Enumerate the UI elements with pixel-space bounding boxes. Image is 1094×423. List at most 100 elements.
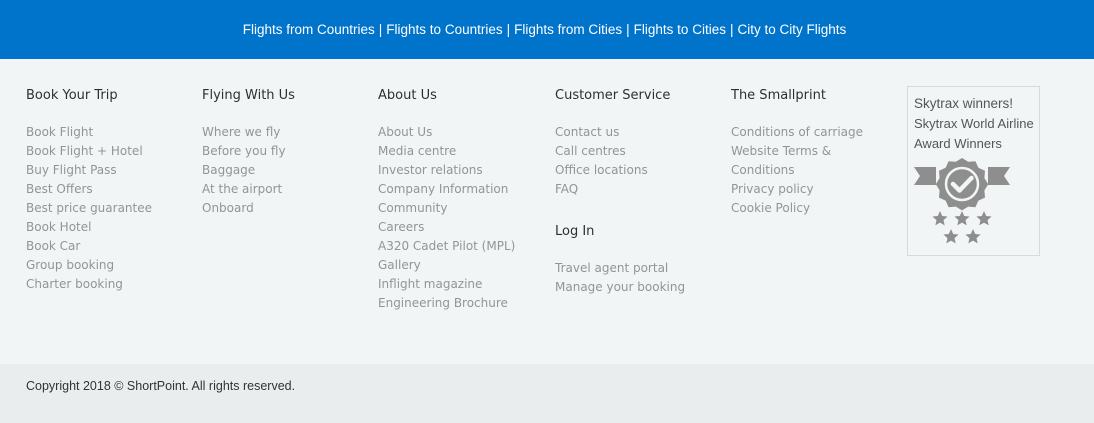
footer-link[interactable]: Cookie Policy bbox=[731, 201, 810, 215]
top-links: Flights from Countries | Flights to Coun… bbox=[243, 22, 847, 37]
footer-link[interactable]: Office locations bbox=[555, 163, 648, 177]
footer-link[interactable]: At the airport bbox=[202, 182, 282, 196]
footer-link[interactable]: Charter booking bbox=[26, 277, 123, 291]
link-list: Conditions of carriage Website Terms & C… bbox=[731, 123, 891, 218]
footer-link[interactable]: Careers bbox=[378, 220, 424, 234]
column-customer-service: Customer Service Contact us Call centres… bbox=[555, 88, 731, 297]
separator: | bbox=[506, 22, 511, 37]
column-flying-with-us: Flying With Us Where we fly Before you f… bbox=[202, 88, 378, 218]
list-item: Investor relations bbox=[378, 161, 554, 180]
footer-link[interactable]: Conditions bbox=[731, 163, 795, 177]
login-heading: Log In bbox=[555, 224, 595, 239]
link-list: Contact us Call centres Office locations… bbox=[555, 123, 731, 199]
link-list: About Us Media centre Investor relations… bbox=[378, 123, 554, 313]
separator: | bbox=[378, 22, 383, 37]
footer-link[interactable]: Book Flight bbox=[26, 125, 93, 139]
footer-link[interactable]: A320 Cadet Pilot (MPL) bbox=[378, 239, 515, 253]
footer-link[interactable]: Community bbox=[378, 201, 447, 215]
list-item: Engineering Brochure bbox=[378, 294, 554, 313]
footer-link[interactable]: About Us bbox=[378, 125, 432, 139]
footer-link[interactable]: Investor relations bbox=[378, 163, 483, 177]
list-item: Privacy policy bbox=[731, 180, 891, 199]
copyright-text: Copyright 2018 © ShortPoint. All rights … bbox=[26, 379, 296, 393]
list-item: Book Flight bbox=[26, 123, 202, 142]
separator: | bbox=[729, 22, 734, 37]
column-book-your-trip: Book Your Trip Book Flight Book Flight +… bbox=[26, 88, 202, 294]
list-item: Contact us bbox=[555, 123, 731, 142]
list-item: Travel agent portal bbox=[555, 259, 731, 278]
list-item: Charter booking bbox=[26, 275, 202, 294]
link-city-to-city-flights[interactable]: City to City Flights bbox=[737, 22, 846, 37]
list-item: Inflight magazine bbox=[378, 275, 554, 294]
list-item: Where we fly bbox=[202, 123, 378, 142]
footer-link[interactable]: Onboard bbox=[202, 201, 254, 215]
column-heading: Book Your Trip bbox=[26, 88, 118, 103]
travel-agent-portal-link[interactable]: Travel agent portal bbox=[555, 261, 668, 275]
footer-link[interactable]: Where we fly bbox=[202, 125, 280, 139]
list-item: Careers bbox=[378, 218, 554, 237]
footer-link[interactable]: Inflight magazine bbox=[378, 277, 482, 291]
list-item: Conditions of carriage bbox=[731, 123, 891, 142]
list-item: About Us bbox=[378, 123, 554, 142]
list-item: Onboard bbox=[202, 199, 378, 218]
footer-link[interactable]: Book Flight + Hotel bbox=[26, 144, 143, 158]
footer-link[interactable]: Baggage bbox=[202, 163, 255, 177]
list-item: Group booking bbox=[26, 256, 202, 275]
footer-link[interactable]: Group booking bbox=[26, 258, 114, 272]
top-link-bar: Flights from Countries | Flights to Coun… bbox=[0, 0, 1094, 59]
footer-link[interactable]: Website Terms & bbox=[731, 144, 831, 158]
footer-link[interactable]: Best Offers bbox=[26, 182, 93, 196]
list-item: Best Offers bbox=[26, 180, 202, 199]
footer-link[interactable]: Privacy policy bbox=[731, 182, 814, 196]
list-item: At the airport bbox=[202, 180, 378, 199]
list-item: Media centre bbox=[378, 142, 554, 161]
footer-link[interactable]: Engineering Brochure bbox=[378, 296, 508, 310]
list-item: Buy Flight Pass bbox=[26, 161, 202, 180]
footer-link[interactable]: FAQ bbox=[555, 182, 578, 196]
login-link-list: Travel agent portal Manage your booking bbox=[555, 259, 731, 297]
award-text-line1: Skytrax World Airline bbox=[914, 116, 1034, 131]
footer-link[interactable]: Book Hotel bbox=[26, 220, 91, 234]
footer-link[interactable]: Book Car bbox=[26, 239, 80, 253]
list-item: Manage your booking bbox=[555, 278, 731, 297]
list-item: Gallery bbox=[378, 256, 554, 275]
footer-link[interactable]: Company Information bbox=[378, 182, 508, 196]
list-item: Conditions bbox=[731, 161, 891, 180]
footer-link[interactable]: Media centre bbox=[378, 144, 456, 158]
award-title: Skytrax winners! bbox=[914, 96, 1014, 111]
footer-link[interactable]: Buy Flight Pass bbox=[26, 163, 117, 177]
list-item: Before you fly bbox=[202, 142, 378, 161]
column-about-us: About Us About Us Media centre Investor … bbox=[378, 88, 554, 313]
footer-bar: Copyright 2018 © ShortPoint. All rights … bbox=[0, 364, 1094, 423]
list-item: Company Information bbox=[378, 180, 554, 199]
list-item: Book Flight + Hotel bbox=[26, 142, 202, 161]
list-item: Best price guarantee bbox=[26, 199, 202, 218]
link-list: Book Flight Book Flight + Hotel Buy Flig… bbox=[26, 123, 202, 294]
award-text-line2: Award Winners bbox=[914, 136, 1002, 151]
list-item: Community bbox=[378, 199, 554, 218]
link-flights-from-cities[interactable]: Flights from Cities bbox=[514, 22, 622, 37]
list-item: Office locations bbox=[555, 161, 731, 180]
list-item: Cookie Policy bbox=[731, 199, 891, 218]
link-list: Where we fly Before you fly Baggage At t… bbox=[202, 123, 378, 218]
footer-link[interactable]: Gallery bbox=[378, 258, 421, 272]
link-flights-to-cities[interactable]: Flights to Cities bbox=[634, 22, 726, 37]
list-item: Baggage bbox=[202, 161, 378, 180]
manage-booking-link[interactable]: Manage your booking bbox=[555, 280, 685, 294]
footer-link[interactable]: Before you fly bbox=[202, 144, 286, 158]
footer-link[interactable]: Best price guarantee bbox=[26, 201, 152, 215]
award-badge-icon bbox=[914, 158, 1010, 244]
footer-link[interactable]: Call centres bbox=[555, 144, 626, 158]
column-heading: The Smallprint bbox=[731, 88, 826, 103]
footer-link[interactable]: Contact us bbox=[555, 125, 619, 139]
list-item: Call centres bbox=[555, 142, 731, 161]
separator: | bbox=[626, 22, 630, 37]
list-item: FAQ bbox=[555, 180, 731, 199]
skytrax-award-box: Skytrax winners! Skytrax World Airline A… bbox=[907, 86, 1040, 256]
footer-link[interactable]: Conditions of carriage bbox=[731, 125, 863, 139]
list-item: Website Terms & bbox=[731, 142, 891, 161]
list-item: Book Hotel bbox=[26, 218, 202, 237]
list-item: Book Car bbox=[26, 237, 202, 256]
link-flights-from-countries[interactable]: Flights from Countries bbox=[243, 22, 375, 37]
link-flights-to-countries[interactable]: Flights to Countries bbox=[386, 22, 502, 37]
